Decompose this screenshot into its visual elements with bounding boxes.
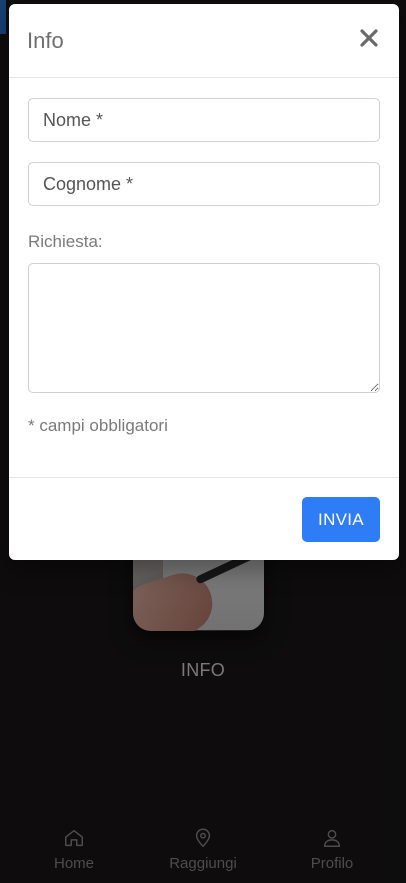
modal-header: Info	[9, 4, 399, 78]
nome-input[interactable]	[28, 98, 380, 142]
close-button[interactable]	[357, 26, 381, 50]
required-fields-note: * campi obbligatori	[28, 416, 168, 435]
modal-title: Info	[27, 28, 64, 53]
modal-footer: INVIA	[9, 478, 399, 561]
richiesta-textarea[interactable]	[28, 263, 380, 393]
cognome-input[interactable]	[28, 162, 380, 206]
close-icon	[360, 29, 378, 47]
richiesta-label: Richiesta:	[28, 232, 103, 251]
info-modal: Info Richiesta: * campi obbligatori INVI…	[9, 4, 399, 560]
modal-body: Richiesta: * campi obbligatori	[9, 78, 399, 478]
submit-button[interactable]: INVIA	[302, 497, 380, 542]
